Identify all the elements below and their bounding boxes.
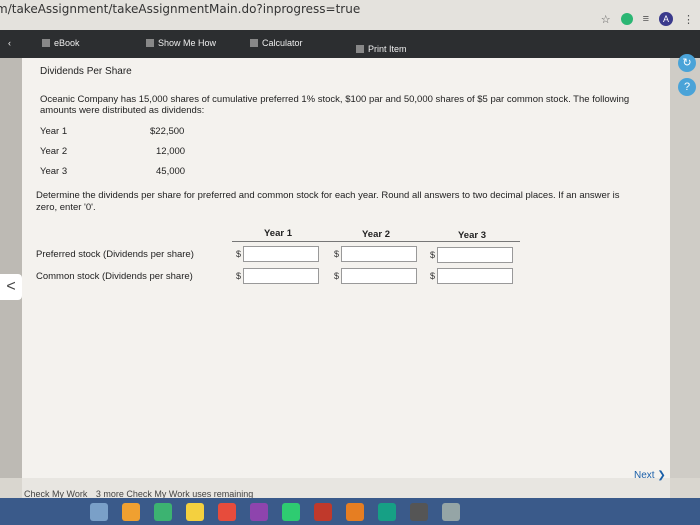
book-icon xyxy=(42,39,50,47)
print-item-button[interactable]: Print Item xyxy=(356,44,407,54)
table-header-divider xyxy=(232,241,520,242)
distribution-year-1-label: Year 1 xyxy=(40,126,68,137)
taskbar xyxy=(0,498,700,525)
printer-icon xyxy=(356,45,364,53)
refresh-icon[interactable]: ↻ xyxy=(678,54,696,72)
preferred-year-2-input[interactable] xyxy=(341,246,417,262)
instruction-line2: zero, enter '0'. xyxy=(36,202,96,213)
common-year-2-input[interactable] xyxy=(341,268,417,284)
show-me-how-label: Show Me How xyxy=(158,38,217,48)
reader-icon[interactable]: ≡ xyxy=(643,13,649,25)
photobooth-icon[interactable] xyxy=(314,502,332,521)
star-icon[interactable]: ☆ xyxy=(601,13,611,26)
trash-icon[interactable] xyxy=(442,502,460,521)
currency-symbol: $ xyxy=(334,249,340,259)
distribution-year-2-amount: 12,000 xyxy=(156,146,186,157)
preferences-icon[interactable] xyxy=(378,502,396,521)
chrome-icon[interactable] xyxy=(410,502,428,521)
problem-description-line1: Oceanic Company has 15,000 shares of cum… xyxy=(40,94,630,105)
avatar[interactable]: A xyxy=(659,12,673,26)
show-me-how-button[interactable]: Show Me How xyxy=(146,38,216,48)
extension-green-icon[interactable] xyxy=(620,13,633,25)
currency-symbol: $ xyxy=(430,250,436,260)
calculator-icon xyxy=(250,39,258,47)
distribution-year-1-amount: $22,500 xyxy=(150,126,185,137)
right-rail xyxy=(670,58,700,478)
left-rail xyxy=(0,58,22,478)
podcasts-icon[interactable] xyxy=(250,502,268,521)
calculator-button[interactable]: Calculator xyxy=(250,38,303,48)
calculator-label: Calculator xyxy=(262,38,303,48)
safari-icon[interactable] xyxy=(122,502,140,521)
numbers-icon[interactable] xyxy=(282,502,300,521)
assignment-toolbar: ‹ eBook Show Me How Calculator Print Ite… xyxy=(0,30,700,60)
url-bar[interactable]: m/takeAssignment/takeAssignmentMain.do?i… xyxy=(0,2,360,16)
common-stock-row-label: Common stock (Dividends per share) xyxy=(36,271,193,282)
column-header-year-1: Year 1 xyxy=(264,228,292,239)
currency-symbol: $ xyxy=(236,271,242,281)
play-icon xyxy=(146,39,154,47)
distribution-year-2-label: Year 2 xyxy=(40,146,68,157)
column-header-year-2: Year 2 xyxy=(362,229,390,240)
currency-symbol: $ xyxy=(430,271,436,281)
preferred-stock-row-label: Preferred stock (Dividends per share) xyxy=(36,249,194,260)
collapse-icon[interactable]: ‹ xyxy=(8,38,11,48)
browser-bar: m/takeAssignment/takeAssignmentMain.do?i… xyxy=(0,0,700,30)
next-label: Next xyxy=(634,470,655,481)
extension-icons: ☆ ≡ A ⋮ xyxy=(601,12,694,26)
column-header-year-3: Year 3 xyxy=(458,230,486,241)
notes-icon[interactable] xyxy=(186,502,204,521)
distribution-year-3-label: Year 3 xyxy=(40,166,68,177)
currency-symbol: $ xyxy=(236,249,242,259)
ibooks-icon[interactable] xyxy=(346,502,364,521)
problem-description-line2: amounts were distributed as dividends: xyxy=(40,105,205,116)
ebook-label: eBook xyxy=(54,38,80,48)
common-year-1-input[interactable] xyxy=(243,268,319,284)
preferred-year-1-input[interactable] xyxy=(243,246,319,262)
calendar-icon[interactable] xyxy=(218,502,236,521)
distribution-year-3-amount: 45,000 xyxy=(156,166,186,177)
currency-symbol: $ xyxy=(334,271,340,281)
help-icon[interactable]: ? xyxy=(678,78,696,96)
back-arrow-icon[interactable]: < xyxy=(0,274,22,300)
next-button[interactable]: Next ❯ xyxy=(634,470,666,481)
finder-icon[interactable] xyxy=(90,502,108,521)
preferred-year-3-input[interactable] xyxy=(437,247,513,263)
ebook-button[interactable]: eBook xyxy=(42,38,80,48)
instruction-line1: Determine the dividends per share for pr… xyxy=(36,190,620,201)
problem-title: Dividends Per Share xyxy=(40,66,132,77)
chevron-right-icon: ❯ xyxy=(657,470,666,481)
menu-dots-icon[interactable]: ⋮ xyxy=(683,13,694,26)
print-item-label: Print Item xyxy=(368,44,407,54)
common-year-3-input[interactable] xyxy=(437,268,513,284)
messages-icon[interactable] xyxy=(154,502,172,521)
